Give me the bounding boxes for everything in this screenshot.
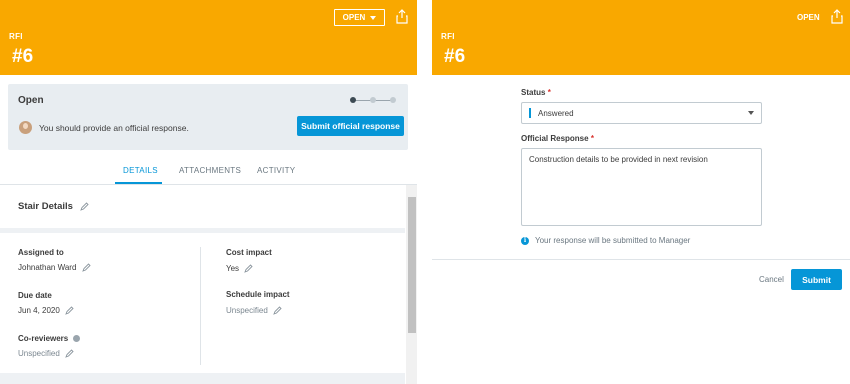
- footer-divider: [432, 259, 850, 260]
- workflow-stepper: [350, 97, 396, 103]
- chevron-down-icon: [748, 111, 754, 115]
- status-color-bar: [529, 108, 531, 118]
- rfi-header: OPEN RFI #6: [432, 0, 850, 75]
- required-marker: *: [590, 134, 594, 143]
- share-icon[interactable]: [396, 9, 408, 24]
- pencil-icon[interactable]: [79, 202, 89, 211]
- avatar: [19, 121, 32, 134]
- rfi-label: RFI: [9, 32, 23, 41]
- co-reviewers-label: Co-reviewers: [18, 334, 81, 343]
- submit-button[interactable]: Submit: [791, 269, 842, 290]
- stepper-step-2: [370, 97, 376, 103]
- info-icon: i: [521, 236, 529, 245]
- rfi-header: OPEN RFI #6: [0, 0, 417, 75]
- tab-details[interactable]: DETAILS: [123, 166, 158, 175]
- submit-official-response-button[interactable]: Submit official response: [297, 116, 404, 136]
- stepper-step-3: [390, 97, 396, 103]
- required-marker: *: [547, 88, 551, 97]
- section-title-text: Stair Details: [18, 201, 73, 212]
- assigned-to-label: Assigned to: [18, 248, 64, 257]
- co-reviewers-value: Unspecified: [18, 349, 74, 359]
- section-title: Stair Details: [18, 201, 89, 212]
- schedule-impact-label: Schedule impact: [226, 290, 290, 299]
- share-icon[interactable]: [831, 9, 843, 24]
- status-field-label: Status *: [521, 88, 551, 97]
- pencil-icon[interactable]: [65, 306, 74, 316]
- schedule-impact-value: Unspecified: [226, 306, 282, 316]
- section-card: Stair Details: [0, 185, 405, 228]
- cost-impact-value: Yes: [226, 264, 253, 274]
- pencil-icon[interactable]: [273, 306, 282, 316]
- cost-impact-text: Yes: [226, 264, 240, 273]
- rfi-label: RFI: [441, 32, 455, 41]
- cancel-button[interactable]: Cancel: [759, 275, 784, 284]
- cost-impact-label: Cost impact: [226, 248, 272, 257]
- official-response-label: Official Response *: [521, 134, 594, 143]
- assigned-to-value: Johnathan Ward: [18, 263, 91, 273]
- rfi-number: #6: [444, 46, 466, 67]
- due-date-value: Jun 4, 2020: [18, 306, 74, 316]
- pencil-icon[interactable]: [244, 264, 253, 274]
- submission-note-text: Your response will be submitted to Manag…: [535, 236, 691, 245]
- official-response-panel: OPEN RFI #6 Status * Answered Official R…: [432, 0, 850, 384]
- rfi-number: #6: [12, 46, 34, 67]
- column-divider: [200, 247, 201, 365]
- rfi-detail-panel: OPEN RFI #6 Open You should provide an o…: [0, 0, 417, 384]
- info-icon[interactable]: [73, 335, 81, 343]
- status-message: You should provide an official response.: [39, 123, 189, 133]
- details-content: Stair Details Assigned to Johnathan Ward…: [0, 185, 405, 384]
- status-dropdown-label: OPEN: [342, 13, 366, 22]
- stepper-step-1: [350, 97, 356, 103]
- pencil-icon[interactable]: [65, 349, 74, 359]
- co-reviewers-value-text: Unspecified: [18, 349, 60, 358]
- status-label[interactable]: OPEN: [797, 13, 820, 22]
- submission-note: i Your response will be submitted to Man…: [521, 236, 690, 245]
- assigned-to-text: Johnathan Ward: [18, 263, 77, 272]
- co-reviewers-text: Co-reviewers: [18, 334, 69, 343]
- schedule-impact-text: Unspecified: [226, 306, 268, 315]
- properties-card: Assigned to Johnathan Ward Due date Jun …: [0, 233, 405, 373]
- tab-attachments[interactable]: ATTACHMENTS: [179, 166, 241, 175]
- status-title: Open: [18, 95, 44, 106]
- status-select[interactable]: Answered: [521, 102, 762, 124]
- tab-activity[interactable]: ACTIVITY: [257, 166, 295, 175]
- scrollbar-thumb[interactable]: [408, 197, 416, 333]
- pencil-icon[interactable]: [81, 263, 91, 273]
- status-field-label-text: Status: [521, 88, 546, 97]
- due-date-label: Due date: [18, 291, 52, 300]
- official-response-textarea[interactable]: Construction details to be provided in n…: [521, 148, 762, 226]
- status-select-value: Answered: [538, 109, 574, 118]
- status-dropdown-button[interactable]: OPEN: [334, 9, 385, 26]
- due-date-text: Jun 4, 2020: [18, 306, 60, 315]
- caret-down-icon: [370, 15, 377, 20]
- tab-bar: DETAILS ATTACHMENTS ACTIVITY: [0, 160, 417, 185]
- scrollbar[interactable]: [406, 185, 417, 384]
- status-card: Open You should provide an official resp…: [8, 84, 408, 150]
- official-response-label-text: Official Response: [521, 134, 589, 143]
